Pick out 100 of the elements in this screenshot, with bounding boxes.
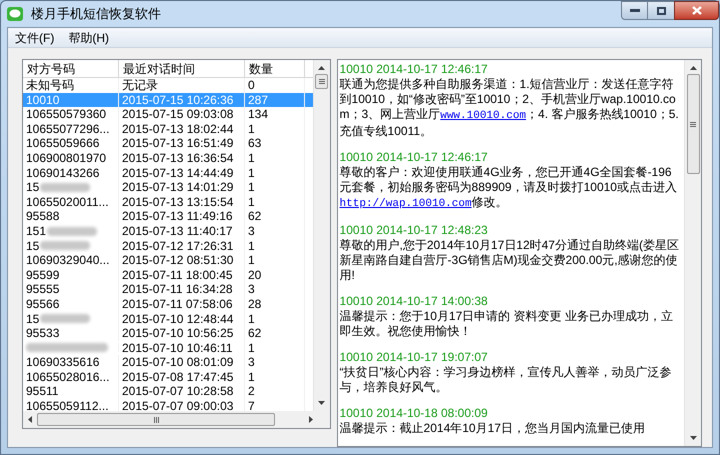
table-cell: 10655059112... xyxy=(26,399,109,414)
table-cell: 20 xyxy=(248,268,262,282)
horizontal-scrollbar[interactable] xyxy=(23,411,330,428)
message-text: 联通为您提供多种自助服务渠道：1.短信营业厅：发送任意字符到10010，如“修改密码”至10010；2、手机营业厅wap.10010.com；3、网上营业厅www.10010.com；4. 客户服务热线10010；5.充值专线10011。 xyxy=(340,77,680,139)
table-cell: 63 xyxy=(248,136,262,150)
menu-item[interactable]: 文件(F) xyxy=(8,28,62,46)
table-cell: 95555 xyxy=(26,282,60,297)
table-cell: 62 xyxy=(248,209,262,224)
table-cell: 2015-07-10 08:01:09 xyxy=(122,355,234,370)
table-cell: 1 xyxy=(248,312,255,326)
maximize-icon xyxy=(656,6,666,14)
table-cell: 2015-07-13 11:49:16 xyxy=(122,209,233,224)
table-cell: 2015-07-10 10:46:11 xyxy=(122,340,233,355)
message-text: 温馨提示：截止2014年10月17日，您当月国内流量已使用 xyxy=(340,421,646,436)
close-button[interactable] xyxy=(674,1,719,20)
column-header[interactable]: 最近对话时间 xyxy=(119,60,245,77)
table-cell: 未知号码 xyxy=(26,78,74,93)
vertical-scrollbar[interactable] xyxy=(312,60,330,411)
right-arrow-icon[interactable] xyxy=(308,416,313,423)
message-header: 10010 2014-10-17 12:48:23 xyxy=(340,223,489,238)
minimize-button[interactable] xyxy=(621,1,648,20)
table-cell: 151 xyxy=(26,224,46,239)
table-cell: 10690143266 xyxy=(26,166,100,180)
column-header[interactable]: 数量 xyxy=(245,60,305,77)
table-cell: 134 xyxy=(248,107,268,122)
table-cell: 15 xyxy=(26,238,40,254)
table-cell: 2015-07-13 16:36:54 xyxy=(122,150,234,165)
menu-item[interactable]: 帮助(H) xyxy=(61,28,116,46)
table-cell: 1 xyxy=(248,370,255,384)
table-cell: 95599 xyxy=(26,268,60,282)
message-header: 10010 2014-10-17 12:46:17 xyxy=(340,62,489,77)
table-cell: 2015-07-15 09:03:08 xyxy=(122,107,234,122)
table-cell: 1 xyxy=(248,238,255,253)
table-cell: 95511 xyxy=(26,384,58,400)
table-cell: 1 xyxy=(248,166,255,180)
table-cell: 3 xyxy=(248,224,255,238)
up-arrow-icon[interactable] xyxy=(318,66,326,70)
table-cell: 2 xyxy=(248,384,255,398)
message-text: “扶贫日”核心内容：学习身边榜样，宣传凡人善举，动员广泛参与，培养良好风气。 xyxy=(340,365,673,395)
table-cell: 2015-07-11 16:34:28 xyxy=(122,282,233,296)
table-cell: 1 xyxy=(248,253,255,268)
table-cell: 无记录 xyxy=(122,78,158,92)
minimize-icon xyxy=(630,9,640,12)
table-cell: 95566 xyxy=(26,296,60,312)
table-cell: 1 xyxy=(248,180,255,194)
table-cell: 10655028016... xyxy=(26,370,110,384)
left-arrow-icon[interactable] xyxy=(28,416,32,423)
table-cell: 106550579360 xyxy=(26,107,106,122)
down-arrow-icon[interactable] xyxy=(690,436,696,440)
table-cell: 2015-07-13 18:02:44 xyxy=(122,122,234,136)
table-cell: 2015-07-07 09:00:03 xyxy=(122,399,234,414)
table-cell: 62 xyxy=(248,326,262,340)
table-cell: 3 xyxy=(248,355,255,370)
table-cell: 287 xyxy=(248,92,268,107)
table-cell: 2015-07-12 17:26:31 xyxy=(122,238,234,253)
table-cell: 10655020011... xyxy=(26,194,109,210)
table-cell: 2015-07-13 14:44:49 xyxy=(122,166,234,180)
table-cell: 2015-07-13 14:01:29 xyxy=(122,180,234,194)
grip-icon xyxy=(318,79,325,84)
scroll-thumb[interactable] xyxy=(315,74,328,89)
link[interactable]: www.10010.com xyxy=(440,110,526,122)
grip-icon xyxy=(690,122,696,126)
table-cell: 2015-07-13 11:40:17 xyxy=(122,224,233,238)
table-cell: 2015-07-10 10:56:25 xyxy=(122,326,234,340)
table-cell: 15 xyxy=(26,312,40,326)
table-cell: 10690329040... xyxy=(26,253,110,268)
table-cell: 2015-07-10 12:48:44 xyxy=(122,312,234,326)
table-cell: 10690335616 xyxy=(26,355,100,370)
scroll-thumb[interactable] xyxy=(37,413,275,426)
table-cell: 15 xyxy=(26,180,40,195)
table-cell: 2015-07-13 16:51:49 xyxy=(122,136,234,150)
table-cell: 1 xyxy=(248,122,255,136)
table-cell: 0 xyxy=(248,78,255,92)
table-cell: 2015-07-07 10:28:58 xyxy=(122,384,234,398)
maximize-button[interactable] xyxy=(648,1,674,20)
link[interactable]: http://wap.10010.com xyxy=(340,198,472,210)
column-header[interactable]: 对方号码 xyxy=(23,60,119,77)
table-cell: 95588 xyxy=(26,209,60,224)
up-arrow-icon[interactable] xyxy=(690,66,696,70)
message-text: 尊敬的客户：欢迎使用联通4G业务，您已开通4G全国套餐-196元套餐，初始服务密码为889909，请及时拨打10010或点击进入 http://wap.10010.com修改。 xyxy=(340,165,678,212)
table-cell: 2015-07-11 07:58:06 xyxy=(122,296,233,311)
grip-icon xyxy=(154,416,158,422)
table-cell: 28 xyxy=(248,296,262,311)
table-cell: 1 xyxy=(248,340,255,355)
table-cell: 2015-07-15 10:26:36 xyxy=(122,92,234,107)
table-cell: 3 xyxy=(248,282,255,296)
scroll-thumb[interactable] xyxy=(686,74,700,174)
table-cell: 1 xyxy=(248,150,255,165)
window-title: 楼月手机短信恢复软件 xyxy=(31,5,161,24)
table-cell: 10655077296... xyxy=(26,122,110,136)
chat-bubble-icon xyxy=(7,7,23,21)
table-cell: 106900801970 xyxy=(26,150,106,166)
close-icon xyxy=(692,6,702,15)
table-cell: 2015-07-12 08:51:30 xyxy=(122,253,234,268)
table-cell: 10655059666 xyxy=(26,136,100,151)
message-text: 尊敬的用户,您于2014年10月17日12时47分通过自助终端(娄星区新星南路自建自营厅-3G销售店M)现金交费200.00元,感谢您的使用! xyxy=(340,238,680,283)
vertical-scrollbar[interactable] xyxy=(684,60,701,446)
table-cell: 2015-07-11 18:00:45 xyxy=(122,268,233,282)
down-arrow-icon[interactable] xyxy=(318,401,326,405)
table-cell: 10010 xyxy=(26,92,60,108)
